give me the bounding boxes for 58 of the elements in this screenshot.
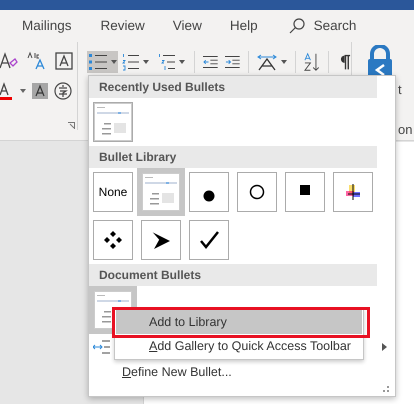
bullet-option[interactable]: [237, 172, 277, 212]
search-icon[interactable]: [288, 18, 305, 34]
numbering-button[interactable]: [122, 53, 150, 71]
resize-grip-icon[interactable]: [383, 386, 389, 392]
diamond-cluster-icon: [104, 231, 122, 249]
section-header: Document Bullets: [89, 264, 377, 286]
ribbon-tab[interactable]: Help: [230, 16, 258, 36]
font-color-icon[interactable]: [0, 81, 14, 101]
cut-off-label: on: [398, 121, 412, 139]
change-list-level-icon[interactable]: [93, 340, 110, 354]
bullet-option[interactable]: [189, 220, 229, 260]
caret-icon: [280, 60, 287, 64]
shading-icon[interactable]: [32, 83, 48, 99]
increase-indent-icon[interactable]: [225, 55, 240, 69]
clear-formatting-icon[interactable]: [0, 51, 18, 71]
pilcrow-icon[interactable]: [340, 54, 351, 70]
document-thumbnail-drawing: [142, 173, 180, 211]
bullet-option[interactable]: [285, 172, 325, 212]
bulleted-list-icon: [88, 53, 108, 71]
cut-off-label: t: [398, 81, 402, 99]
ribbon-tab[interactable]: Review: [100, 16, 145, 36]
spelling-icon[interactable]: [26, 51, 46, 71]
menu-item[interactable]: Add Gallery to Quick Access Toolbar: [116, 334, 362, 358]
sort-icon[interactable]: [304, 52, 320, 72]
colorful-cross-icon: [345, 184, 361, 200]
caret-icon: [179, 60, 186, 64]
checkmark-icon: [199, 231, 219, 249]
caret-icon: [143, 60, 150, 64]
bullet-option[interactable]: None: [93, 172, 133, 212]
dialog-launcher-icon[interactable]: [68, 122, 75, 129]
arrowhead-icon: [151, 230, 171, 250]
search-label[interactable]: Search: [314, 16, 356, 36]
caret-icon[interactable]: [20, 89, 26, 93]
text-direction-button[interactable]: [256, 53, 287, 71]
none-label: None: [98, 184, 128, 201]
multilevel-list-icon: [158, 53, 176, 71]
menu-item[interactable]: Add to Library: [116, 310, 362, 334]
square-icon: [300, 185, 310, 195]
menu-item[interactable]: Define New Bullet...: [122, 362, 232, 382]
bullet-option[interactable]: [141, 220, 181, 260]
bullets-button[interactable]: [87, 51, 118, 73]
caret-icon: [111, 60, 117, 64]
bullet-option[interactable]: [189, 172, 229, 212]
ribbon-tab[interactable]: View: [172, 16, 202, 36]
enclosed-character-icon[interactable]: [54, 82, 72, 100]
ribbon-tab[interactable]: Mailings: [22, 16, 72, 36]
text-box-icon[interactable]: [54, 51, 74, 71]
numbered-list-icon: [122, 53, 140, 71]
section-header: Bullet Library: [89, 146, 377, 168]
ring-icon: [249, 184, 265, 200]
disc-icon: [203, 190, 215, 202]
decrease-indent-icon[interactable]: [203, 55, 218, 69]
document-thumbnail-drawing: [94, 103, 132, 141]
bullet-option[interactable]: [93, 220, 133, 260]
submenu-arrow-icon[interactable]: [382, 343, 387, 351]
multilevel-list-button[interactable]: [158, 53, 186, 71]
section-header: Recently Used Bullets: [89, 76, 377, 98]
text-direction-icon: [256, 53, 278, 71]
